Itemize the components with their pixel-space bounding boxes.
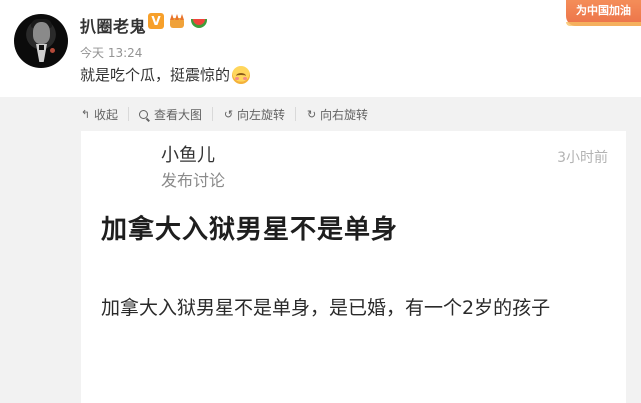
embedded-screenshot[interactable]: 小鱼儿 发布讨论 3小时前 加拿大入狱男星不是单身 加拿大入狱男星不是单身，是已… — [81, 131, 626, 403]
collapse-label: 收起 — [94, 107, 119, 122]
avatar-face — [33, 22, 50, 44]
card-title: 加拿大入狱男星不是单身 — [101, 215, 399, 245]
view-large-label: 查看大图 — [154, 107, 203, 122]
post-timestamp[interactable]: 今天 13:24 — [80, 44, 142, 61]
rotate-right-label: 向右旋转 — [320, 107, 369, 122]
card-body-text: 加拿大入狱男星不是单身，是已婚，有一个2岁的孩子 — [101, 297, 551, 319]
user-badges: V — [148, 13, 208, 29]
image-toolbar: ↰ 收起 查看大图 ↺ 向左旋转 ↻ 向右旋转 — [80, 104, 378, 124]
rotate-right-icon: ↻ — [306, 107, 317, 121]
avatar-tie — [39, 45, 44, 50]
watermelon-badge-icon[interactable] — [190, 13, 208, 29]
weibo-post-page: 扒圈老鬼 V 今天 13:24 就是吃个瓜，挺震惊的 为中国加油 ↰ 收起 查看… — [0, 0, 641, 403]
card-timestamp: 3小时前 — [557, 150, 608, 166]
crown-tip — [180, 14, 184, 20]
search-icon — [139, 109, 149, 119]
rotate-left-button[interactable]: ↺ 向左旋转 — [212, 107, 295, 122]
username-link[interactable]: 扒圈老鬼 — [80, 13, 146, 37]
crown-tip — [170, 14, 174, 20]
rotate-left-label: 向左旋转 — [237, 107, 286, 122]
rotate-right-button[interactable]: ↻ 向右旋转 — [295, 107, 378, 122]
verified-badge-icon[interactable]: V — [148, 13, 164, 29]
card-subtitle: 发布讨论 — [161, 171, 226, 190]
card-author-name: 小鱼儿 — [161, 145, 215, 166]
crown-tip — [175, 14, 179, 20]
rotate-left-icon: ↺ — [223, 107, 234, 121]
brand-logo: 为中国加油 — [566, 0, 641, 26]
crown-badge-icon[interactable] — [168, 13, 186, 29]
collapse-arrow-icon: ↰ — [80, 107, 91, 121]
view-large-button[interactable]: 查看大图 — [128, 107, 212, 122]
collapse-button[interactable]: ↰ 收起 — [80, 107, 128, 122]
avatar-rose — [50, 48, 55, 53]
blushing-face-emoji-icon — [232, 65, 251, 84]
post-text: 就是吃个瓜，挺震惊的 — [80, 66, 231, 84]
user-avatar[interactable] — [14, 14, 68, 68]
post-content: 就是吃个瓜，挺震惊的 — [80, 64, 251, 85]
